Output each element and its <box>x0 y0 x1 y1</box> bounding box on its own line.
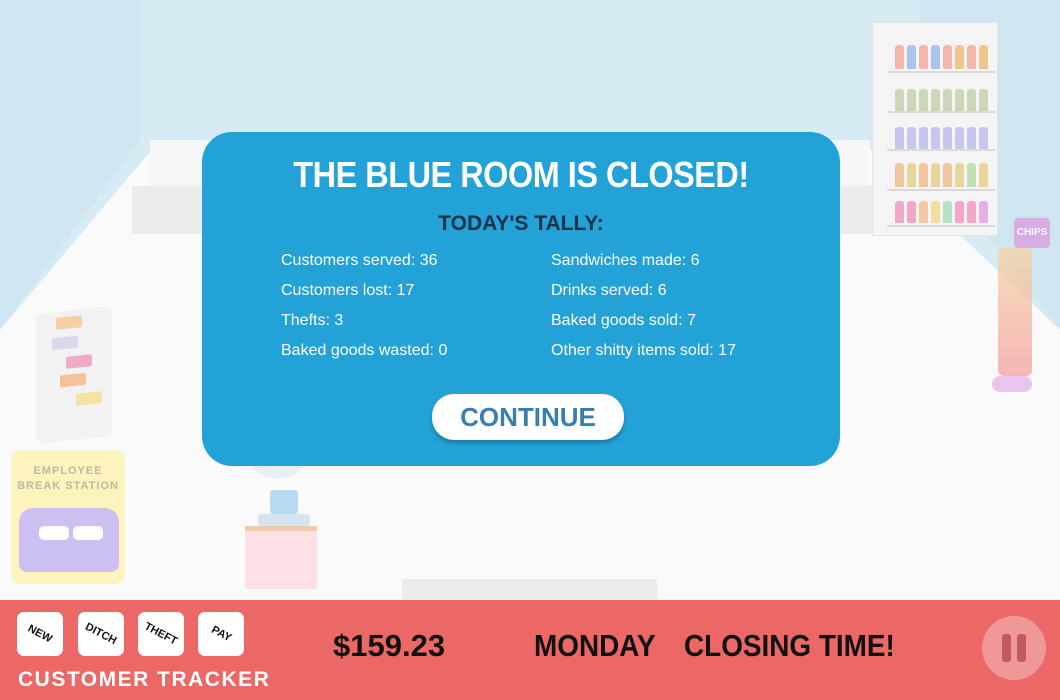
cash-register-icon <box>256 488 312 526</box>
drink-shelf <box>872 22 998 236</box>
stat-thefts: Thefts: 3 <box>281 312 344 329</box>
stats-right-column: Sandwiches made: 6 Drinks served: 6 Bake… <box>551 248 736 368</box>
tracker-theft-button[interactable]: THEFT <box>138 612 184 656</box>
stat-customers-served: Customers served: 36 <box>281 252 438 269</box>
stat-sandwiches-made: Sandwiches made: 6 <box>551 252 700 269</box>
tracker-pay-button[interactable]: PAY <box>198 612 244 656</box>
stats-left-column: Customers served: 36 Customers lost: 17 … <box>281 248 447 368</box>
bottom-bar: NEW DITCH THEFT PAY CUSTOMER TRACKER $15… <box>0 600 1060 700</box>
day-display: MONDAY <box>534 628 656 663</box>
closed-dialog: THE BLUE ROOM IS CLOSED! TODAY'S TALLY: … <box>202 132 840 466</box>
tally-heading: TODAY'S TALLY: <box>438 212 604 235</box>
tracker-new-label: NEW <box>25 622 55 646</box>
dialog-title: THE BLUE ROOM IS CLOSED! <box>293 154 749 195</box>
tracker-pay-label: PAY <box>208 623 233 645</box>
chips-sign: CHIPS <box>1014 218 1050 248</box>
stat-customers-lost: Customers lost: 17 <box>281 282 415 299</box>
tracker-ditch-button[interactable]: DITCH <box>78 612 124 656</box>
tracker-ditch-label: DITCH <box>83 620 119 648</box>
employee-break-station: EMPLOYEE BREAK STATION <box>11 450 125 584</box>
pause-button[interactable] <box>982 616 1046 680</box>
sofa-icon <box>19 508 119 572</box>
break-station-label: EMPLOYEE BREAK STATION <box>17 465 119 492</box>
stat-drinks-served: Drinks served: 6 <box>551 282 667 299</box>
continue-button[interactable]: CONTINUE <box>432 394 624 440</box>
chips-stand: CHIPS <box>992 218 1050 392</box>
status-display: CLOSING TIME! <box>684 628 895 663</box>
register-desk <box>245 526 317 589</box>
tracker-theft-label: THEFT <box>142 620 180 648</box>
tracker-new-button[interactable]: NEW <box>17 612 63 656</box>
stat-baked-goods-wasted: Baked goods wasted: 0 <box>281 342 448 359</box>
customer-tracker-label: CUSTOMER TRACKER <box>18 668 271 691</box>
magazine-rack <box>36 306 112 444</box>
door-mat <box>402 579 657 600</box>
stat-other-items-sold: Other shitty items sold: 17 <box>551 342 736 359</box>
money-display: $159.23 <box>333 628 446 663</box>
stat-baked-goods-sold: Baked goods sold: 7 <box>551 312 696 329</box>
